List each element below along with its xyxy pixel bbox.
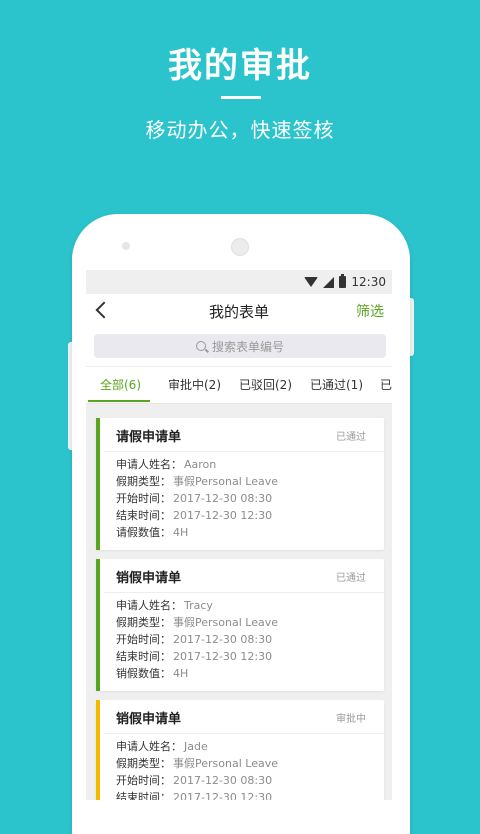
nav-bar: 我的表单 筛选 xyxy=(86,294,392,328)
status-bar: 12:30 xyxy=(86,270,392,294)
detail-label: 假期类型： xyxy=(116,616,171,629)
tab-withdrawn[interactable]: 已撤 xyxy=(380,376,392,393)
signal-icon xyxy=(323,276,335,288)
detail-value: 2017-12-30 12:30 xyxy=(173,509,273,522)
detail-value: Tracy xyxy=(184,599,213,612)
tab-approved[interactable]: 已通过(1) xyxy=(310,376,363,393)
card-details: 申请人姓名： Aaron 假期类型： 事假Personal Leave 开始时间： 2… xyxy=(116,456,278,541)
detail-value: 事假Personal Leave xyxy=(173,757,278,770)
detail-value: 事假Personal Leave xyxy=(173,475,278,488)
detail-row: 假期类型： 事假Personal Leave xyxy=(116,755,278,772)
detail-row: 结束时间： 2017-12-30 12:30 xyxy=(116,789,278,800)
detail-label: 结束时间： xyxy=(116,509,171,522)
detail-value: 2017-12-30 12:30 xyxy=(173,791,273,800)
detail-label: 销假数值： xyxy=(116,667,171,680)
detail-row: 销假数值： 4H xyxy=(116,665,278,682)
detail-label: 申请人姓名： xyxy=(116,599,182,612)
status-badge: 已通过 xyxy=(336,573,366,584)
detail-row: 开始时间： 2017-12-30 08:30 xyxy=(116,490,278,507)
detail-value: 2017-12-30 08:30 xyxy=(173,633,273,646)
detail-value: 4H xyxy=(173,667,189,680)
card-details: 申请人姓名： Tracy 假期类型： 事假Personal Leave 开始时间： 2… xyxy=(116,597,278,682)
form-card[interactable]: 请假申请单 已通过 申请人姓名： Aaron 假期类型： 事假Personal Le… xyxy=(96,418,384,550)
detail-label: 开始时间： xyxy=(116,492,171,505)
detail-value: 2017-12-30 08:30 xyxy=(173,774,273,787)
detail-value: 2017-12-30 08:30 xyxy=(173,492,273,505)
card-accent xyxy=(96,559,100,691)
phone-screen: 12:30 我的表单 筛选 搜索表单编号 全部(6) 审批中(2) 已驳回(2)… xyxy=(86,270,392,800)
status-badge: 审批中 xyxy=(336,714,366,725)
status-tabs: 全部(6) 审批中(2) 已驳回(2) 已通过(1) 已撤 xyxy=(86,366,392,404)
wifi-icon xyxy=(304,277,319,287)
detail-value: 事假Personal Leave xyxy=(173,616,278,629)
detail-label: 假期类型： xyxy=(116,475,171,488)
card-divider xyxy=(104,733,384,734)
detail-label: 结束时间： xyxy=(116,650,171,663)
detail-label: 申请人姓名： xyxy=(116,458,182,471)
card-title: 销假申请单 xyxy=(116,571,182,586)
detail-row: 假期类型： 事假Personal Leave xyxy=(116,473,278,490)
phone-sensor xyxy=(122,242,130,250)
detail-label: 开始时间： xyxy=(116,774,171,787)
card-details: 申请人姓名： Jade 假期类型： 事假Personal Leave 开始时间： 20… xyxy=(116,738,278,800)
detail-row: 开始时间： 2017-12-30 08:30 xyxy=(116,772,278,789)
page-title: 我的表单 xyxy=(208,303,269,321)
detail-value: Aaron xyxy=(184,458,217,471)
card-title: 请假申请单 xyxy=(116,430,182,445)
form-card[interactable]: 销假申请单 已通过 申请人姓名： Tracy 假期类型： 事假Personal Le… xyxy=(96,559,384,691)
detail-label: 请假数值： xyxy=(116,526,171,539)
status-time: 12:30 xyxy=(351,275,386,289)
detail-value: Jade xyxy=(184,740,208,753)
tab-in-review[interactable]: 审批中(2) xyxy=(168,376,221,393)
status-badge: 已通过 xyxy=(336,432,366,443)
detail-row: 申请人姓名： Tracy xyxy=(116,597,278,614)
search-icon xyxy=(195,341,206,351)
card-accent xyxy=(96,418,100,550)
detail-value: 4H xyxy=(173,526,189,539)
active-tab-indicator xyxy=(88,400,150,402)
card-divider xyxy=(104,592,384,593)
detail-row: 开始时间： 2017-12-30 08:30 xyxy=(116,631,278,648)
detail-row: 假期类型： 事假Personal Leave xyxy=(116,614,278,631)
detail-row: 请假数值： 4H xyxy=(116,524,278,541)
hero-title: 我的审批 xyxy=(168,46,312,86)
search-placeholder: 搜索表单编号 xyxy=(211,339,284,354)
search-input[interactable]: 搜索表单编号 xyxy=(94,334,386,358)
search-bar: 搜索表单编号 xyxy=(86,328,392,366)
tab-all[interactable]: 全部(6) xyxy=(100,376,141,393)
detail-label: 开始时间： xyxy=(116,633,171,646)
detail-label: 申请人姓名： xyxy=(116,740,182,753)
detail-row: 结束时间： 2017-12-30 12:30 xyxy=(116,507,278,524)
detail-row: 结束时间： 2017-12-30 12:30 xyxy=(116,648,278,665)
card-title: 销假申请单 xyxy=(116,712,182,727)
battery-icon xyxy=(339,274,347,288)
detail-row: 申请人姓名： Jade xyxy=(116,738,278,755)
card-accent xyxy=(96,700,100,800)
tab-rejected[interactable]: 已驳回(2) xyxy=(239,376,292,393)
form-card[interactable]: 销假申请单 审批中 申请人姓名： Jade 假期类型： 事假Personal Lea… xyxy=(96,700,384,800)
filter-button[interactable]: 筛选 xyxy=(356,301,384,321)
detail-row: 申请人姓名： Aaron xyxy=(116,456,278,473)
detail-label: 假期类型： xyxy=(116,757,171,770)
phone-camera xyxy=(231,238,249,256)
hero-subtitle: 移动办公，快速签核 xyxy=(145,118,335,142)
detail-value: 2017-12-30 12:30 xyxy=(173,650,273,663)
hero-divider xyxy=(221,96,261,99)
detail-label: 结束时间： xyxy=(116,791,171,800)
card-divider xyxy=(104,451,384,452)
